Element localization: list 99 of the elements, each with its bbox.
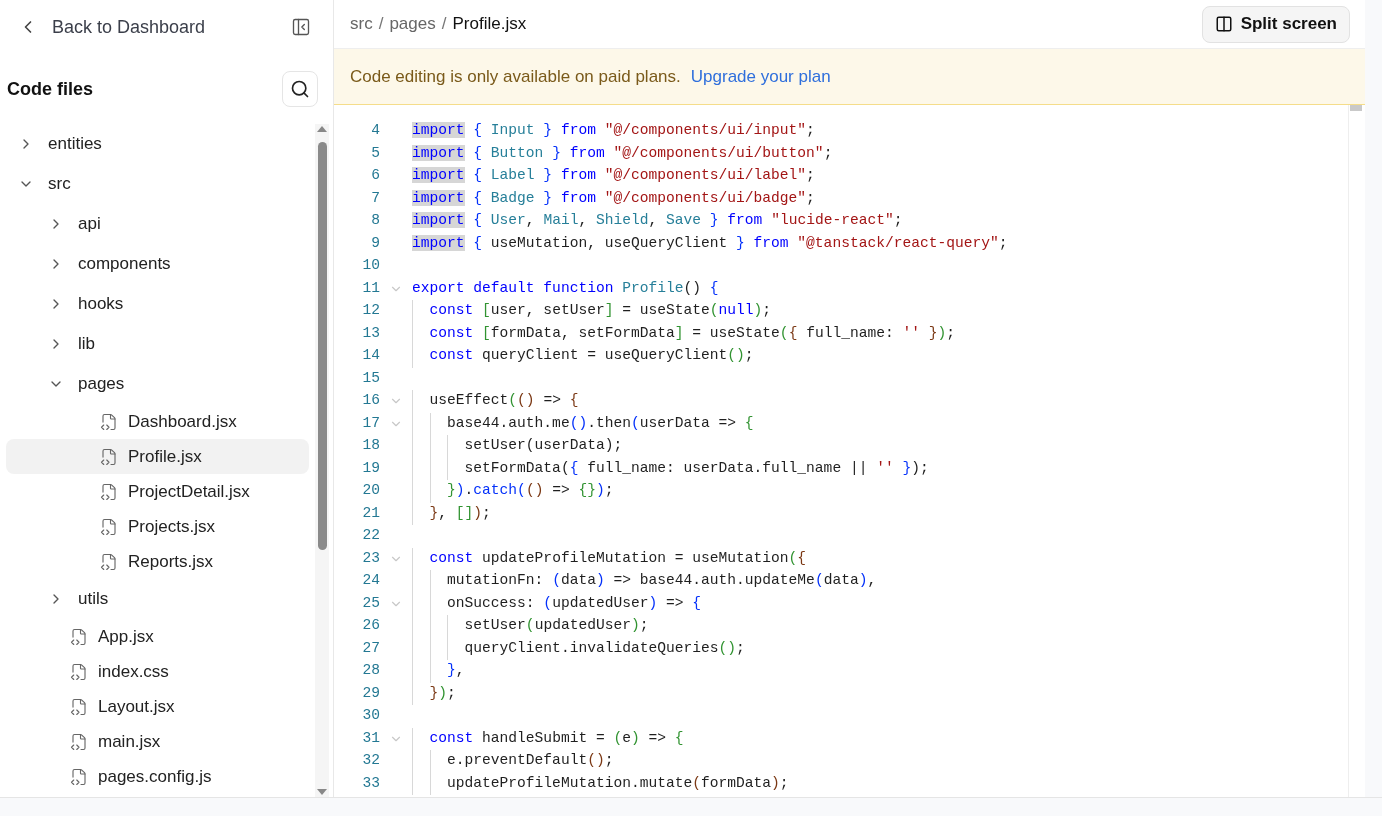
- banner-message: Code editing is only available on paid plans.: [350, 65, 681, 88]
- code-file-icon: [100, 447, 118, 466]
- folder-item[interactable]: components: [6, 244, 309, 284]
- line-number: 5: [370, 143, 380, 163]
- file-item[interactable]: pages.config.js: [6, 759, 309, 794]
- breadcrumb-item: Profile.jsx: [452, 13, 527, 36]
- code-line: mutationFn: (data) => base44.auth.updateMe(data),: [446, 571, 877, 591]
- line-number: 18: [361, 436, 380, 456]
- line-number: 9: [370, 233, 380, 253]
- search-icon: [290, 79, 310, 99]
- line-number: 14: [361, 346, 380, 366]
- file-item[interactable]: ProjectDetail.jsx: [6, 474, 309, 509]
- line-number: 4: [370, 121, 380, 141]
- line-number: 17: [361, 413, 380, 433]
- line-number: 12: [361, 301, 380, 321]
- line-number: 15: [361, 368, 380, 388]
- line-number: 7: [370, 188, 380, 208]
- code-file-icon: [100, 552, 118, 571]
- code-line: import { Input } from "@/components/ui/input";: [412, 121, 815, 141]
- line-number: 13: [361, 323, 380, 343]
- line-number: 28: [361, 661, 380, 681]
- line-number: 8: [370, 211, 380, 231]
- code-line: const updateProfileMutation = useMutation({: [428, 548, 807, 568]
- back-link[interactable]: Back to Dashboard: [52, 13, 206, 41]
- code-line: const [user, setUser] = useState(null);: [428, 301, 772, 321]
- code-line: setUser(userData);: [463, 436, 623, 456]
- file-item[interactable]: Dashboard.jsx: [6, 404, 309, 439]
- line-number: 33: [361, 773, 380, 793]
- breadcrumb-separator: /: [441, 13, 447, 36]
- folder-item[interactable]: pages: [6, 364, 309, 404]
- code-line: e.preventDefault();: [446, 751, 614, 771]
- line-number: 6: [370, 166, 380, 186]
- code-line: setFormData({ full_name: userData.full_name || '' });: [463, 458, 929, 478]
- code-line: setUser(updatedUser);: [463, 616, 649, 636]
- file-item[interactable]: Profile.jsx: [6, 439, 309, 474]
- code-file-icon: [70, 732, 88, 751]
- folder-item[interactable]: src: [6, 164, 309, 204]
- line-number: 10: [361, 256, 380, 276]
- code-line: const [formData, setFormData] = useState({ full_name: '' });: [428, 323, 956, 343]
- collapse-sidebar-icon[interactable]: [291, 17, 311, 37]
- folder-item[interactable]: entities: [6, 124, 309, 164]
- line-number: 20: [361, 481, 380, 501]
- code-file-icon: [100, 517, 118, 536]
- line-number: 21: [361, 503, 380, 523]
- code-line: updateProfileMutation.mutate(formData);: [446, 773, 789, 793]
- code-line: const handleSubmit = (e) => {: [428, 728, 684, 748]
- code-line: });: [428, 683, 456, 703]
- code-line: import { Label } from "@/components/ui/label";: [412, 166, 815, 186]
- line-number: 27: [361, 638, 380, 658]
- line-number: 23: [361, 548, 380, 568]
- breadcrumb-item[interactable]: src: [350, 11, 373, 37]
- code-line: import { Badge } from "@/components/ui/badge";: [412, 188, 815, 208]
- code-line: import { useMutation, useQueryClient } from "@tanstack/react-query";: [412, 233, 1008, 253]
- file-item[interactable]: main.jsx: [6, 724, 309, 759]
- code-line: import { User, Mail, Shield, Save } from "lucide-react";: [412, 211, 903, 231]
- line-number: 16: [361, 391, 380, 411]
- code-line: onSuccess: (updatedUser) => {: [446, 593, 702, 613]
- line-number: 24: [361, 571, 380, 591]
- code-line: import { Button } from "@/components/ui/button";: [412, 143, 833, 163]
- line-number: 32: [361, 751, 380, 771]
- file-item[interactable]: Projects.jsx: [6, 509, 309, 544]
- search-button[interactable]: [282, 71, 318, 107]
- split-screen-button[interactable]: Split screen: [1201, 5, 1350, 43]
- line-number: 25: [361, 593, 380, 613]
- file-item[interactable]: Reports.jsx: [6, 544, 309, 579]
- line-number: 30: [361, 706, 380, 726]
- code-line: }, []);: [428, 503, 491, 523]
- line-number: 22: [361, 526, 380, 546]
- code-file-icon: [70, 662, 88, 681]
- code-line: export default function Profile() {: [412, 278, 719, 298]
- code-file-icon: [70, 627, 88, 646]
- line-number: 26: [361, 616, 380, 636]
- code-line: queryClient.invalidateQueries();: [463, 638, 745, 658]
- sidebar-title: Code files: [7, 77, 94, 101]
- line-number: 31: [361, 728, 380, 748]
- code-line: }).catch(() => {});: [446, 481, 614, 501]
- line-number: 19: [361, 458, 380, 478]
- line-number: 11: [361, 278, 380, 298]
- file-item[interactable]: index.css: [6, 654, 309, 689]
- file-item[interactable]: Layout.jsx: [6, 689, 309, 724]
- folder-item[interactable]: api: [6, 204, 309, 244]
- breadcrumb-separator: /: [378, 13, 384, 36]
- code-line: useEffect(() => {: [428, 391, 579, 411]
- split-icon: [1214, 15, 1233, 33]
- code-file-icon: [100, 412, 118, 431]
- folder-item[interactable]: hooks: [6, 284, 309, 324]
- upgrade-link[interactable]: Upgrade your plan: [690, 63, 831, 90]
- folder-item[interactable]: lib: [6, 324, 309, 364]
- scrollbar[interactable]: [315, 124, 329, 797]
- code-line: const queryClient = useQueryClient();: [428, 346, 754, 366]
- code-file-icon: [70, 767, 88, 786]
- code-file-icon: [70, 697, 88, 716]
- code-line: base44.auth.me().then(userData => {: [446, 413, 754, 433]
- breadcrumb-item[interactable]: pages: [389, 11, 436, 37]
- code-file-icon: [100, 482, 118, 501]
- code-line: },: [446, 661, 465, 681]
- file-item[interactable]: App.jsx: [6, 619, 309, 654]
- folder-item[interactable]: utils: [6, 579, 309, 619]
- line-number: 29: [361, 683, 380, 703]
